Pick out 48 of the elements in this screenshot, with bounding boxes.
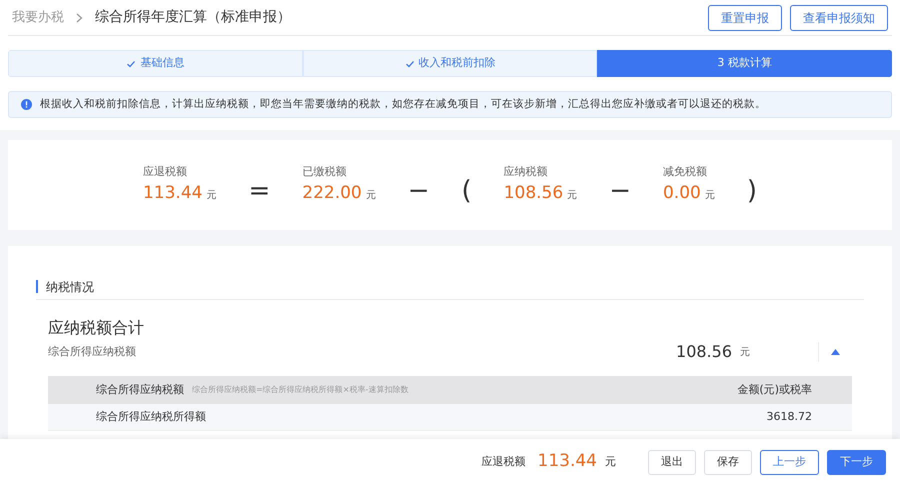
table-cell-text: 综合所得应纳税所得额 [96,408,207,425]
operator-symbol: − [408,174,430,208]
column-header: 综合所得应纳税额 [96,382,184,398]
step-tab[interactable]: 基础信息 [8,50,303,77]
footer-amount: 113.44 [538,450,597,474]
table-cell-text: 3618.72 [766,408,812,425]
term-amount: 222.00 [302,182,362,204]
operator-symbol: = [248,174,270,208]
footer-label: 应退税额 [482,454,526,470]
check-icon [404,58,414,68]
term-amount: 0.00 [662,182,701,204]
notice-text: 根据收入和税前扣除信息，计算出应纳税额，即您当年需要缴纳的税款，如您存在减免项目，可在该步新增，汇总得出您应补缴或者可以退还的税款。 [40,96,766,112]
step-tab[interactable]: 收入和税前扣除 [302,50,598,77]
header-button[interactable]: 重置申报 [708,4,782,30]
step-tab[interactable]: 3 税款计算 [597,50,892,77]
breadcrumb-item: 综合所得年度汇算（标准申报） [95,8,291,27]
term-label: 已缴税额 [302,164,348,180]
term-unit: 元 [567,188,578,202]
footer-button[interactable]: 上一步 [760,450,819,474]
term-unit: 元 [206,188,216,202]
term-label: 应纳税额 [504,164,549,180]
summary-amount: 108.56 [676,341,732,363]
term-label: 减免税额 [662,164,708,180]
footer-unit: 元 [605,454,616,470]
operator-symbol: − [609,174,631,208]
summary-subtitle: 综合所得应纳税额 [48,344,137,360]
summary-unit: 元 [740,346,750,360]
caret-icon [831,349,840,355]
footer-button[interactable]: 退出 [648,450,696,474]
info-icon [21,99,32,110]
accent-bar [36,280,38,293]
operator-symbol: ) [746,174,757,208]
term-amount: 113.44 [142,182,202,204]
column-header: 金额(元)或税率 [737,382,812,398]
footer-button[interactable]: 保存 [704,450,752,474]
chevron-right-icon [76,12,83,22]
term-amount: 108.56 [504,182,564,204]
footer-button[interactable]: 下一步 [827,450,886,474]
formula-note: 综合所得应纳税额=综合所得应纳税所得额×税率-速算扣除数 [192,384,410,396]
section-title: 纳税情况 [46,278,94,296]
breadcrumb-item[interactable]: 我要办税 [12,8,64,28]
operator-symbol: ( [462,174,472,208]
term-unit: 元 [704,188,715,202]
summary-title: 应纳税额合计 [48,317,144,339]
term-label: 应退税额 [142,164,188,180]
header-button[interactable]: 查看申报须知 [790,4,888,30]
term-unit: 元 [366,188,376,202]
check-icon [126,58,136,68]
